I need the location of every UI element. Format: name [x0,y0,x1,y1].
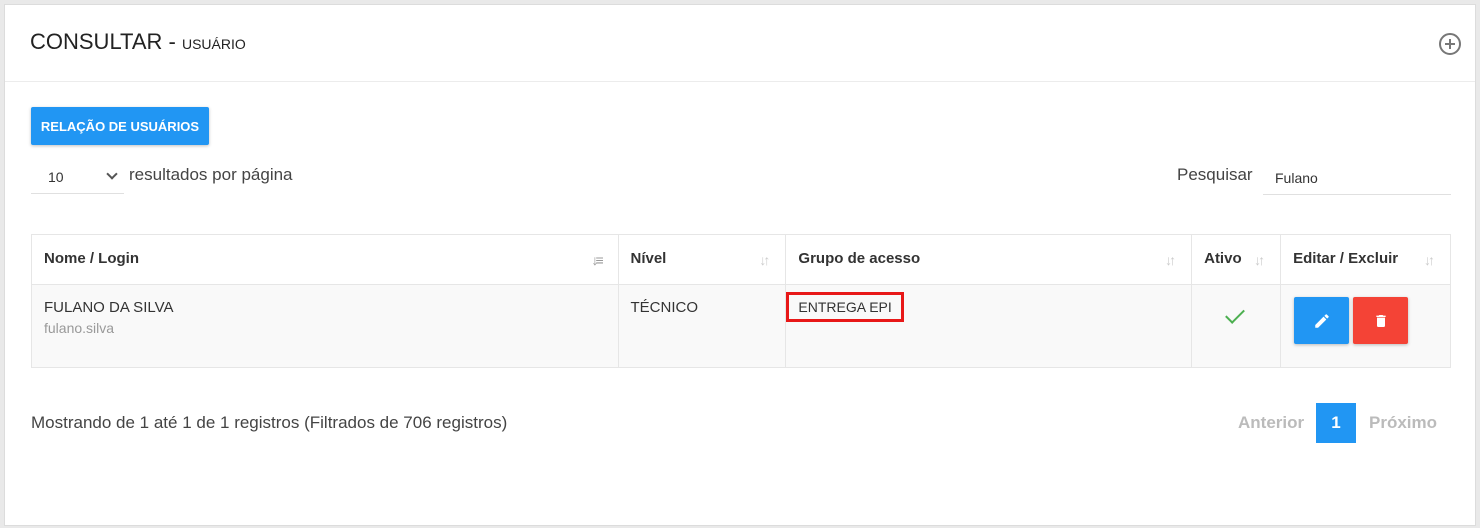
page-length-value: 10 [48,168,64,185]
search-input[interactable] [1263,161,1451,195]
sort-icon: ↓↑ [1424,252,1435,268]
sort-icon: ↓↑ [1165,252,1176,268]
cell-actions [1280,284,1451,368]
check-icon [1225,304,1246,324]
table-info: Mostrando de 1 até 1 de 1 registros (Fil… [31,413,508,432]
edit-button[interactable] [1294,297,1350,344]
pagination-previous[interactable]: Anterior [1238,413,1304,433]
sort-icon: ↓↑ [759,252,770,268]
user-report-button[interactable]: RELAÇÃO DE USUÁRIOS [31,107,209,145]
column-header-actions[interactable]: Editar / Excluir ↓↑ [1280,234,1451,285]
trash-icon [1375,314,1386,327]
add-icon[interactable] [1439,33,1461,55]
delete-button[interactable] [1353,297,1409,344]
page-length-select[interactable]: 10 [31,160,124,194]
column-header-active[interactable]: Ativo ↓↑ [1191,234,1282,285]
table-header-row: Nome / Login ↓≡ Nível ↓↑ Grupo de acesso… [31,234,1451,285]
search-label: Pesquisar [1177,165,1253,184]
column-header-level[interactable]: Nível ↓↑ [617,234,787,285]
page-length-label: resultados por página [129,165,293,184]
card-header: CONSULTAR - USUÁRIO [5,5,1475,82]
users-table: Nome / Login ↓≡ Nível ↓↑ Grupo de acesso… [31,234,1451,368]
column-header-name[interactable]: Nome / Login ↓≡ [31,234,619,285]
table-row: FULANO DA SILVA fulano.silva TÉCNICO ENT… [31,284,1451,368]
user-search-card: CONSULTAR - USUÁRIO RELAÇÃO DE USUÁRIOS … [4,4,1476,526]
cell-active [1191,284,1282,368]
sort-desc-icon: ↓≡ [591,252,604,268]
column-header-group[interactable]: Grupo de acesso ↓↑ [785,234,1193,285]
user-login: fulano.silva [44,320,115,336]
user-group: ENTREGA EPI [786,292,904,322]
pencil-icon [1314,313,1329,328]
pagination-page-1[interactable]: 1 [1316,403,1356,443]
user-name: FULANO DA SILVA [44,299,174,316]
cell-level: TÉCNICO [617,284,787,368]
user-level: TÉCNICO [630,299,699,316]
cell-group: ENTREGA EPI [785,284,1193,368]
sort-icon: ↓↑ [1254,252,1265,268]
page-title: CONSULTAR - USUÁRIO [30,29,246,55]
chevron-down-icon [106,168,118,180]
cell-name: FULANO DA SILVA fulano.silva [31,284,619,368]
page-title-main: CONSULTAR - [30,29,182,54]
page-title-sub: USUÁRIO [181,36,246,52]
pagination-next[interactable]: Próximo [1369,413,1437,433]
